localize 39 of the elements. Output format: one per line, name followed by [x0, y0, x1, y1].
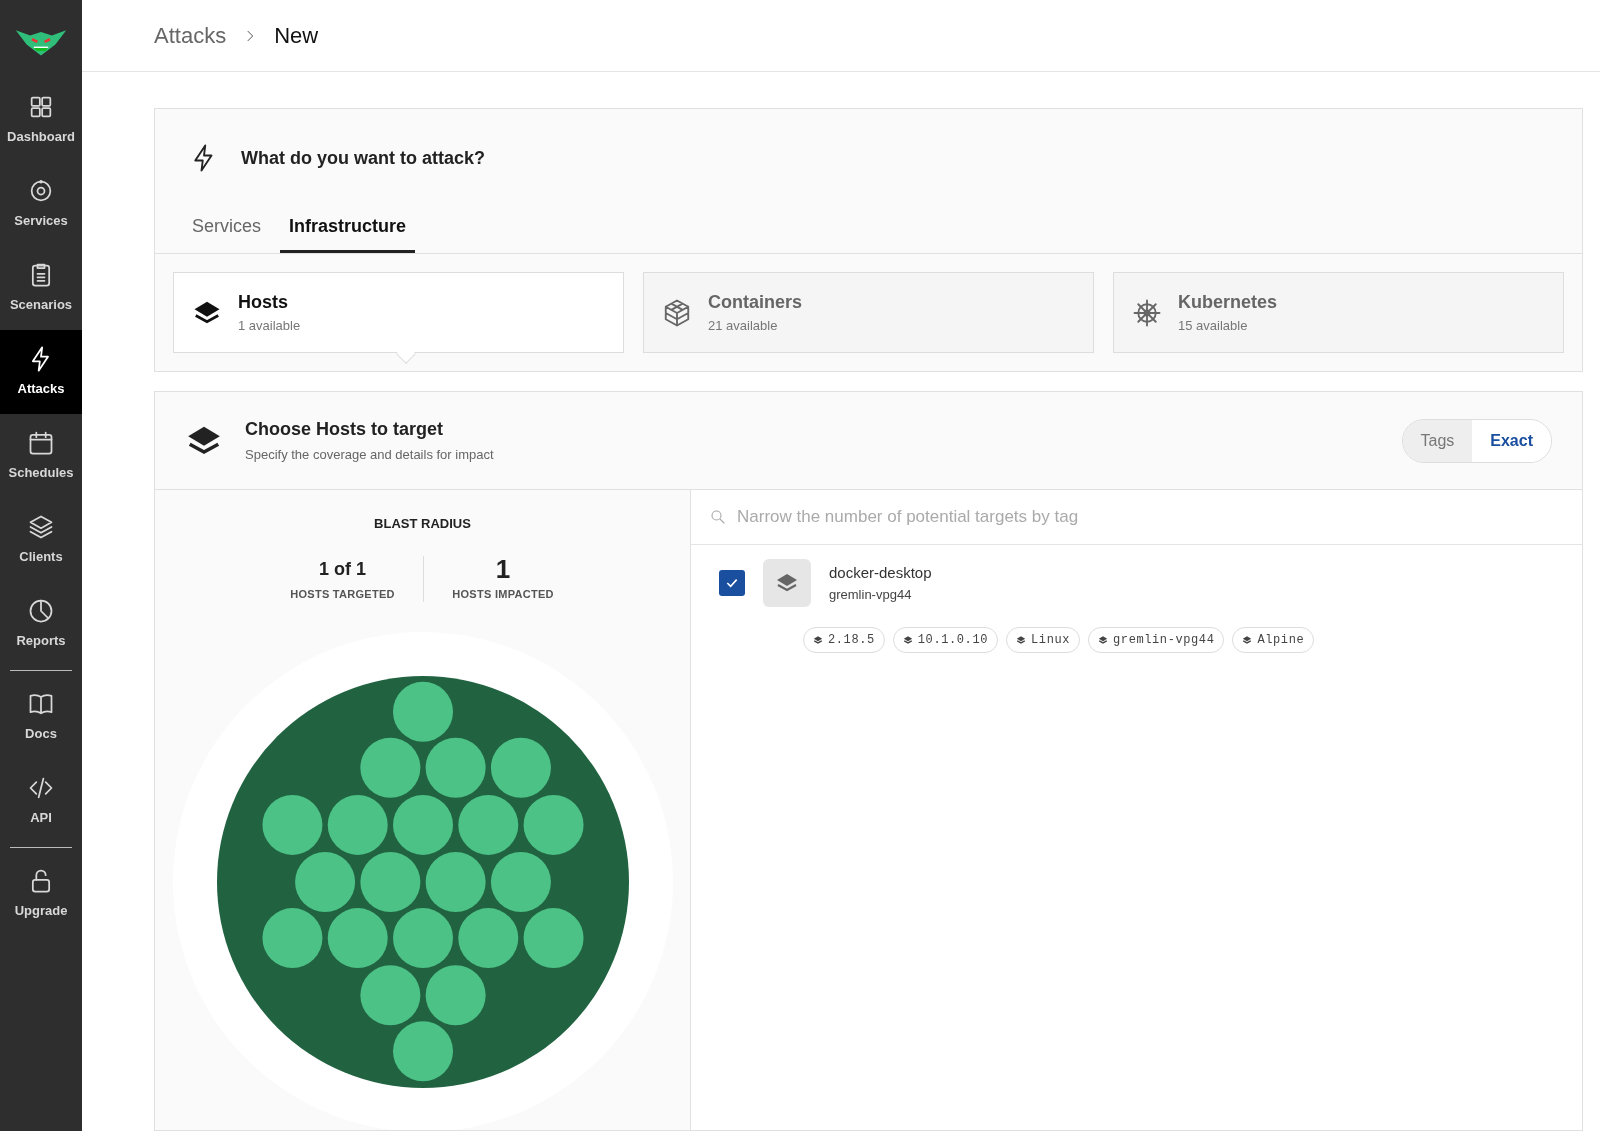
panel-subtitle: Specify the coverage and details for impact	[245, 446, 495, 465]
stat-label: HOSTS TARGETED	[290, 586, 395, 602]
target-type-card[interactable]: Containers 21 available	[643, 272, 1094, 353]
stat-value: 1 of 1	[319, 557, 366, 581]
tag-search-field[interactable]: Narrow the number of potential targets by tag	[737, 504, 1564, 530]
sidebar-item[interactable]: API	[0, 759, 82, 843]
stack-icon	[902, 635, 913, 645]
stack-icon	[1242, 635, 1253, 645]
host-name: docker-desktop	[829, 563, 932, 583]
sidebar-item[interactable]: Reports	[0, 582, 82, 666]
sidebar-item[interactable]: Clients	[0, 498, 82, 582]
target-type-card[interactable]: Hosts 1 available	[173, 272, 624, 353]
sidebar-item[interactable]: Upgrade	[0, 852, 82, 936]
stack-icon	[1098, 635, 1109, 645]
search-icon	[709, 508, 727, 526]
stack-icon	[813, 635, 823, 645]
helm-wheel-icon	[1132, 297, 1162, 328]
host-checkbox[interactable]	[719, 570, 745, 596]
sidebar-item[interactable]: Services	[0, 162, 82, 246]
panel-title: What do you want to attack?	[241, 146, 485, 170]
blast-radius-title: BLAST RADIUS	[374, 515, 471, 533]
sidebar-item[interactable]: Dashboard	[0, 78, 82, 162]
sidebar-item[interactable]: Docs	[0, 675, 82, 759]
mode-toggle-option[interactable]: Tags	[1402, 419, 1473, 462]
host-id: gremlin-vpg44	[829, 585, 913, 604]
target-type-card[interactable]: Kubernetes 15 available	[1113, 272, 1564, 353]
tab[interactable]: Infrastructure	[280, 209, 416, 253]
sidebar-item[interactable]: Attacks	[0, 330, 82, 414]
sidebar-item[interactable]: Schedules	[0, 414, 82, 498]
cube-icon	[662, 297, 692, 328]
sidebar-item[interactable]: Scenarios	[0, 246, 82, 330]
panel-title: Choose Hosts to target	[245, 418, 445, 442]
mode-toggle-option[interactable]: Exact	[1472, 419, 1551, 462]
breadcrumb-link[interactable]: Attacks	[154, 19, 227, 52]
stat-label: HOSTS IMPACTED	[452, 586, 554, 602]
tab[interactable]: Services	[183, 209, 271, 253]
stat-value: 1	[495, 555, 511, 582]
breadcrumb-current: New	[274, 22, 319, 50]
stack-icon	[1016, 635, 1027, 645]
